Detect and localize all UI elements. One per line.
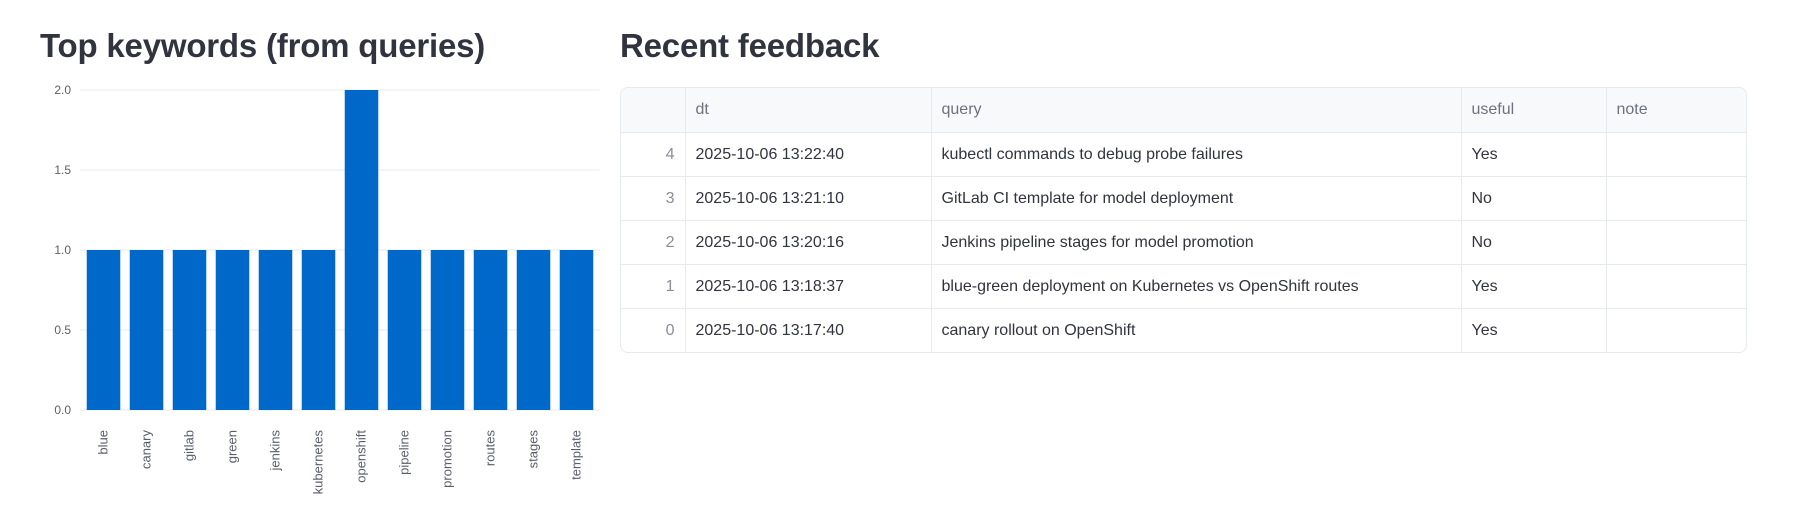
x-tick-label: promotion: [440, 430, 455, 488]
bar-canary[interactable]: [129, 250, 164, 410]
row-index[interactable]: 3: [621, 176, 686, 221]
y-tick-label: 0.0: [54, 403, 71, 417]
x-tick-label: stages: [526, 430, 541, 469]
column-header-index[interactable]: [621, 88, 686, 133]
cell-useful[interactable]: Yes: [1461, 264, 1607, 309]
cell-note[interactable]: [1606, 176, 1746, 221]
feedback-table[interactable]: dt query useful note 4 2025-10-06 13:22:…: [620, 87, 1747, 353]
cell-dt[interactable]: 2025-10-06 13:18:37: [685, 264, 932, 309]
chart-title: Top keywords (from queries): [40, 27, 486, 64]
cell-note[interactable]: [1606, 132, 1746, 177]
cell-useful[interactable]: No: [1461, 220, 1607, 265]
cell-useful[interactable]: Yes: [1461, 308, 1607, 352]
bar-kubernetes[interactable]: [301, 250, 336, 410]
y-tick-label: 1.0: [54, 243, 71, 257]
x-tick-label: green: [225, 430, 240, 463]
cell-useful[interactable]: No: [1461, 176, 1607, 221]
cell-dt[interactable]: 2025-10-06 13:20:16: [685, 220, 932, 265]
y-tick-label: 1.5: [54, 163, 71, 177]
bar-pipeline[interactable]: [387, 250, 422, 410]
x-tick-label: openshift: [354, 430, 369, 483]
cell-dt[interactable]: 2025-10-06 13:21:10: [685, 176, 932, 221]
bar-blue[interactable]: [86, 250, 121, 410]
row-index[interactable]: 0: [621, 308, 686, 352]
cell-note[interactable]: [1606, 309, 1746, 353]
bar-template[interactable]: [559, 250, 594, 410]
cell-query[interactable]: GitLab CI template for model deployment: [931, 176, 1462, 221]
table-header-row: dt query useful note: [621, 88, 1746, 133]
cell-note[interactable]: [1606, 264, 1746, 309]
bar-jenkins[interactable]: [258, 250, 293, 410]
column-header-useful[interactable]: useful: [1461, 88, 1607, 133]
feedback-title: Recent feedback: [620, 27, 880, 64]
table-row: 4 2025-10-06 13:22:40 kubectl commands t…: [621, 132, 1746, 177]
bar-green[interactable]: [215, 250, 250, 410]
y-tick-label: 2.0: [54, 83, 71, 97]
x-tick-label: gitlab: [182, 430, 197, 461]
bar-stages[interactable]: [516, 250, 551, 410]
table-row: 1 2025-10-06 13:18:37 blue-green deploym…: [621, 264, 1746, 309]
cell-dt[interactable]: 2025-10-06 13:17:40: [685, 308, 932, 352]
x-tick-label: canary: [139, 430, 154, 470]
table-row: 3 2025-10-06 13:21:10 GitLab CI template…: [621, 176, 1746, 221]
x-tick-label: jenkins: [268, 430, 283, 472]
bar-openshift[interactable]: [344, 90, 379, 410]
x-tick-label: routes: [483, 430, 498, 467]
bar-promotion[interactable]: [430, 250, 465, 410]
bar-routes[interactable]: [473, 250, 508, 410]
cell-dt[interactable]: 2025-10-06 13:22:40: [685, 132, 932, 177]
bar-gitlab[interactable]: [172, 250, 207, 410]
cell-useful[interactable]: Yes: [1461, 132, 1607, 177]
column-header-query[interactable]: query: [931, 88, 1462, 133]
cell-query[interactable]: canary rollout on OpenShift: [931, 308, 1462, 352]
x-tick-label: kubernetes: [311, 430, 326, 495]
table-row: 0 2025-10-06 13:17:40 canary rollout on …: [621, 308, 1746, 353]
column-header-dt[interactable]: dt: [685, 88, 932, 133]
y-tick-label: 0.5: [54, 323, 71, 337]
cell-query[interactable]: kubectl commands to debug probe failures: [931, 132, 1462, 177]
cell-query[interactable]: blue-green deployment on Kubernetes vs O…: [931, 264, 1462, 309]
cell-query[interactable]: Jenkins pipeline stages for model promot…: [931, 220, 1462, 265]
x-tick-label: template: [569, 430, 584, 480]
column-header-note[interactable]: note: [1606, 88, 1746, 133]
row-index[interactable]: 2: [621, 220, 686, 265]
keywords-bar-chart: 0.0 0.5 1.0 1.5 2.0 blue canary gitlab green jenk…: [54, 83, 600, 495]
cell-note[interactable]: [1606, 220, 1746, 265]
row-index[interactable]: 1: [621, 264, 686, 309]
x-tick-label: blue: [96, 430, 111, 455]
x-tick-label: pipeline: [397, 430, 412, 475]
table-row: 2 2025-10-06 13:20:16 Jenkins pipeline s…: [621, 220, 1746, 265]
row-index[interactable]: 4: [621, 132, 686, 177]
